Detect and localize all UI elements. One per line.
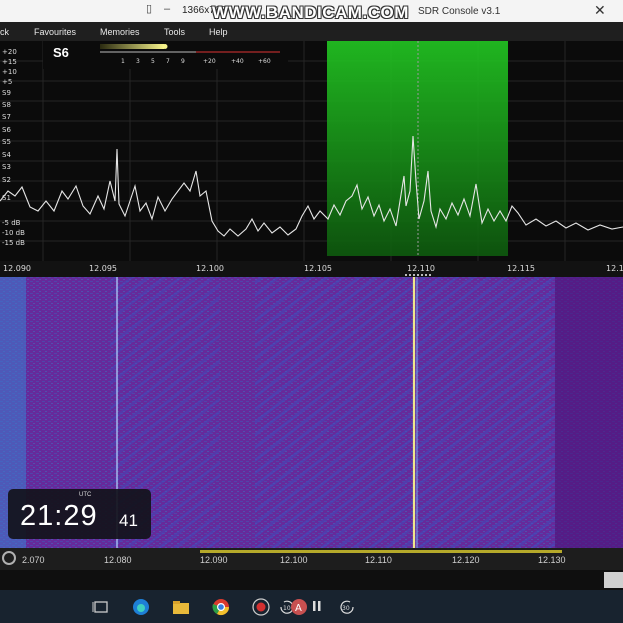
- smeter-scale-label: 9: [181, 58, 185, 65]
- y-label: S2: [2, 176, 11, 184]
- freq-label: 12.095: [89, 264, 117, 273]
- document-icon: ▯: [146, 3, 153, 15]
- smeter-scale-label: 7: [166, 58, 170, 65]
- scrollbar-thumb[interactable]: [604, 572, 623, 588]
- y-label: S6: [2, 126, 11, 134]
- minimize-icon[interactable]: –: [164, 4, 175, 15]
- window-titlebar: ▯ – 1366x768 WWW.BANDICAM.COM SDR Consol…: [0, 0, 623, 22]
- smeter-scale-label: +60: [258, 58, 271, 65]
- file-explorer-icon[interactable]: [172, 598, 190, 616]
- y-label: S5: [2, 138, 11, 146]
- forward-30-icon[interactable]: 30: [338, 598, 356, 616]
- y-label: S7: [2, 113, 11, 121]
- edge-icon[interactable]: [132, 598, 150, 616]
- freq-label: 12.090: [3, 264, 31, 273]
- frequency-scale-bar[interactable]: 2.070 12.080 12.090 12.100 12.110 12.120…: [0, 548, 623, 570]
- freq-label: 12.105: [304, 264, 332, 273]
- pause-icon[interactable]: [308, 598, 326, 616]
- y-label: S1: [2, 194, 11, 202]
- menu-item-help[interactable]: Help: [209, 27, 228, 37]
- utc-clock: UTC 21:29 41: [8, 489, 151, 539]
- chrome-icon[interactable]: [212, 598, 230, 616]
- y-label: S9: [2, 89, 11, 97]
- y-label: +15: [2, 58, 17, 66]
- waterfall-dark-band: [555, 277, 623, 548]
- y-label: S3: [2, 163, 11, 171]
- task-view-icon[interactable]: [92, 598, 110, 616]
- windows-taskbar: 10 A 30: [0, 590, 623, 623]
- spectrum-grid: [0, 41, 623, 261]
- smeter-peak: [162, 44, 168, 49]
- smeter-scale-label: +20: [203, 58, 216, 65]
- forward-30-label: 30: [342, 605, 350, 612]
- y-label: -15 dB: [2, 239, 25, 247]
- scale-label: 12.080: [104, 555, 132, 565]
- scale-zoom-icon[interactable]: [2, 551, 16, 565]
- close-icon[interactable]: ✕: [594, 2, 606, 19]
- menu-item-tools[interactable]: Tools: [164, 27, 185, 37]
- menu-bar: ck Favourites Memories Tools Help: [0, 22, 623, 41]
- scale-label: 2.070: [22, 555, 45, 565]
- menu-item-memories[interactable]: Memories: [100, 27, 140, 37]
- y-label: S8: [2, 101, 11, 109]
- clock-zone: UTC: [79, 492, 92, 498]
- scale-label: 12.100: [280, 555, 308, 565]
- scale-highlight: [200, 550, 562, 553]
- freq-label: 12.1: [606, 264, 623, 273]
- bandicam-icon[interactable]: A: [290, 598, 308, 616]
- smeter-scale-label: 3: [136, 58, 140, 65]
- smeter-bar: [100, 44, 164, 49]
- smeter-scale-label: 1: [121, 58, 125, 65]
- smeter-scale-label: +40: [231, 58, 244, 65]
- bandicam-watermark: WWW.BANDICAM.COM: [212, 3, 409, 22]
- smeter-scale-label: 5: [151, 58, 155, 65]
- y-label: -5 dB: [2, 219, 21, 227]
- y-label: +20: [2, 48, 17, 56]
- clock-hours-minutes: 21:29: [20, 500, 98, 532]
- freq-label: 12.100: [196, 264, 224, 273]
- freq-label: 12.110: [407, 264, 435, 273]
- y-label: +10: [2, 68, 17, 76]
- scale-label: 12.130: [538, 555, 566, 565]
- y-label: S4: [2, 151, 11, 159]
- menu-item-favourites[interactable]: Favourites: [34, 27, 76, 37]
- record-icon[interactable]: [252, 598, 270, 616]
- clock-seconds: 41: [119, 511, 138, 530]
- spectrum-frequency-axis: 12.090 12.095 12.100 12.105 12.110 12.11…: [0, 261, 623, 277]
- app-title: SDR Console v3.1: [418, 6, 501, 17]
- spectrum-y-labels: +20 +15 +10 +5 S9 S8 S7 S6 S5 S4 S3 S2 S…: [2, 48, 25, 247]
- svg-text:A: A: [295, 603, 302, 614]
- scale-label: 12.120: [452, 555, 480, 565]
- spectrum-display[interactable]: S6 1 3 5 7 9 +20 +40 +60 +20 +15 +10 +5 …: [0, 41, 623, 261]
- waterfall-stripes-right: [255, 277, 555, 548]
- smeter-reading: S6: [53, 45, 69, 60]
- menu-item-back[interactable]: ck: [0, 27, 9, 37]
- horizontal-scrollbar[interactable]: [0, 570, 623, 590]
- y-label: -10 dB: [2, 229, 25, 237]
- scale-label: 12.090: [200, 555, 228, 565]
- scale-label: 12.110: [365, 555, 392, 565]
- y-label: +5: [2, 78, 12, 86]
- freq-label: 12.115: [507, 264, 535, 273]
